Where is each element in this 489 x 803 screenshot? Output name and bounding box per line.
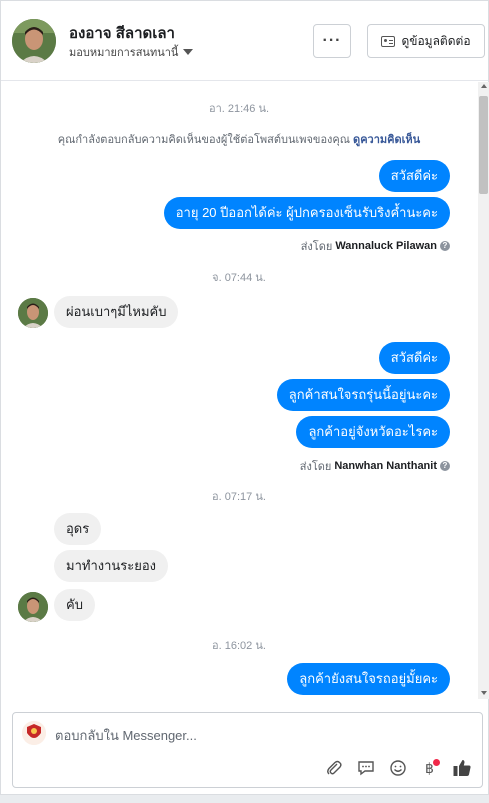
view-comment-link[interactable]: ดูความคิดเห็น <box>353 134 420 146</box>
sent-by-label: ส่งโดย <box>300 241 333 253</box>
notification-dot <box>433 759 440 766</box>
caret-down-icon <box>183 49 194 55</box>
saved-reply-icon[interactable] <box>355 757 377 779</box>
emoji-icon[interactable] <box>387 757 409 779</box>
contact-name[interactable]: องอาจ สีลาดเลา <box>69 21 175 45</box>
assign-conversation-dropdown[interactable]: มอบหมายการสนทนานี้ <box>69 43 194 61</box>
timestamp: อ. 16:02 น. <box>212 640 266 652</box>
scroll-thumb[interactable] <box>479 96 488 194</box>
scroll-up-arrow-icon[interactable] <box>481 84 487 88</box>
attachment-icon[interactable] <box>323 757 345 779</box>
outgoing-message: ลูกค้าสนใจรถรุ่นนี้อยู่นะคะ <box>276 379 450 411</box>
info-icon[interactable]: ? <box>440 241 450 251</box>
timestamp: จ. 07:44 น. <box>212 272 266 284</box>
more-options-button[interactable]: ··· <box>313 24 351 58</box>
incoming-message: อุดร <box>54 513 102 545</box>
contact-avatar[interactable] <box>12 19 56 63</box>
reply-composer: ฿ <box>12 712 483 788</box>
outgoing-message: อายุ 20 ปีออกได้ค่ะ ผู้ปกครองเซ็นรับริงค… <box>163 197 450 229</box>
incoming-message: มาทำงานระยอง <box>54 550 169 582</box>
info-icon[interactable]: ? <box>440 461 450 471</box>
outgoing-message: สวัสดีค่ะ <box>378 160 450 192</box>
view-contact-info-label: ดูข้อมูลติดต่อ <box>401 33 471 48</box>
outgoing-message: ลูกค้าอยู่จังหวัดอะไรคะ <box>296 416 450 448</box>
scroll-down-arrow-icon[interactable] <box>481 691 487 695</box>
timestamp: อ. 07:17 น. <box>212 491 266 503</box>
sent-by-label: ส่งโดย <box>299 461 332 473</box>
view-contact-info-button[interactable]: ดูข้อมูลติดต่อ <box>367 24 485 58</box>
timestamp: อา. 21:46 น. <box>208 103 270 115</box>
thumbs-up-icon[interactable] <box>451 757 473 779</box>
contact-card-icon <box>381 35 396 47</box>
reply-input[interactable] <box>55 725 455 745</box>
incoming-message: คับ <box>54 589 95 621</box>
notice-text: คุณกำลังตอบกลับความคิดเห็นของผู้ใช้ต่อโพ… <box>57 134 350 146</box>
sender-name: Nanwhan Nanthanit <box>334 460 437 472</box>
conversation-panel: องอาจ สีลาดเลา มอบหมายการสนทนานี้ ··· ดู… <box>0 0 489 795</box>
thread-scrollbar[interactable] <box>478 82 489 699</box>
outgoing-message: ลูกค้ายังสนใจรถอยู่มั้ยคะ <box>287 663 450 695</box>
baht-icon[interactable]: ฿ <box>419 757 441 779</box>
page-avatar <box>22 721 46 745</box>
comment-reply-notice: คุณกำลังตอบกลับความคิดเห็นของผู้ใช้ต่อโพ… <box>1 130 477 148</box>
contact-avatar-small <box>18 592 48 622</box>
message-thread: อา. 21:46 น. คุณกำลังตอบกลับความคิดเห็นข… <box>1 82 477 699</box>
assign-label: มอบหมายการสนทนานี้ <box>69 47 179 59</box>
incoming-message: ผ่อนเบาๆมีไหมคับ <box>54 296 179 328</box>
sent-by-line: ส่งโดย Wannaluck Pilawan ? <box>301 237 450 255</box>
more-icon: ··· <box>322 32 342 49</box>
sender-name: Wannaluck Pilawan <box>335 240 437 252</box>
conversation-header: องอาจ สีลาดเลา มอบหมายการสนทนานี้ ··· ดู… <box>1 1 488 81</box>
sent-by-line: ส่งโดย Nanwhan Nanthanit ? <box>300 457 450 475</box>
contact-avatar-small <box>18 298 48 328</box>
outgoing-message: สวัสดีค่ะ <box>378 342 450 374</box>
